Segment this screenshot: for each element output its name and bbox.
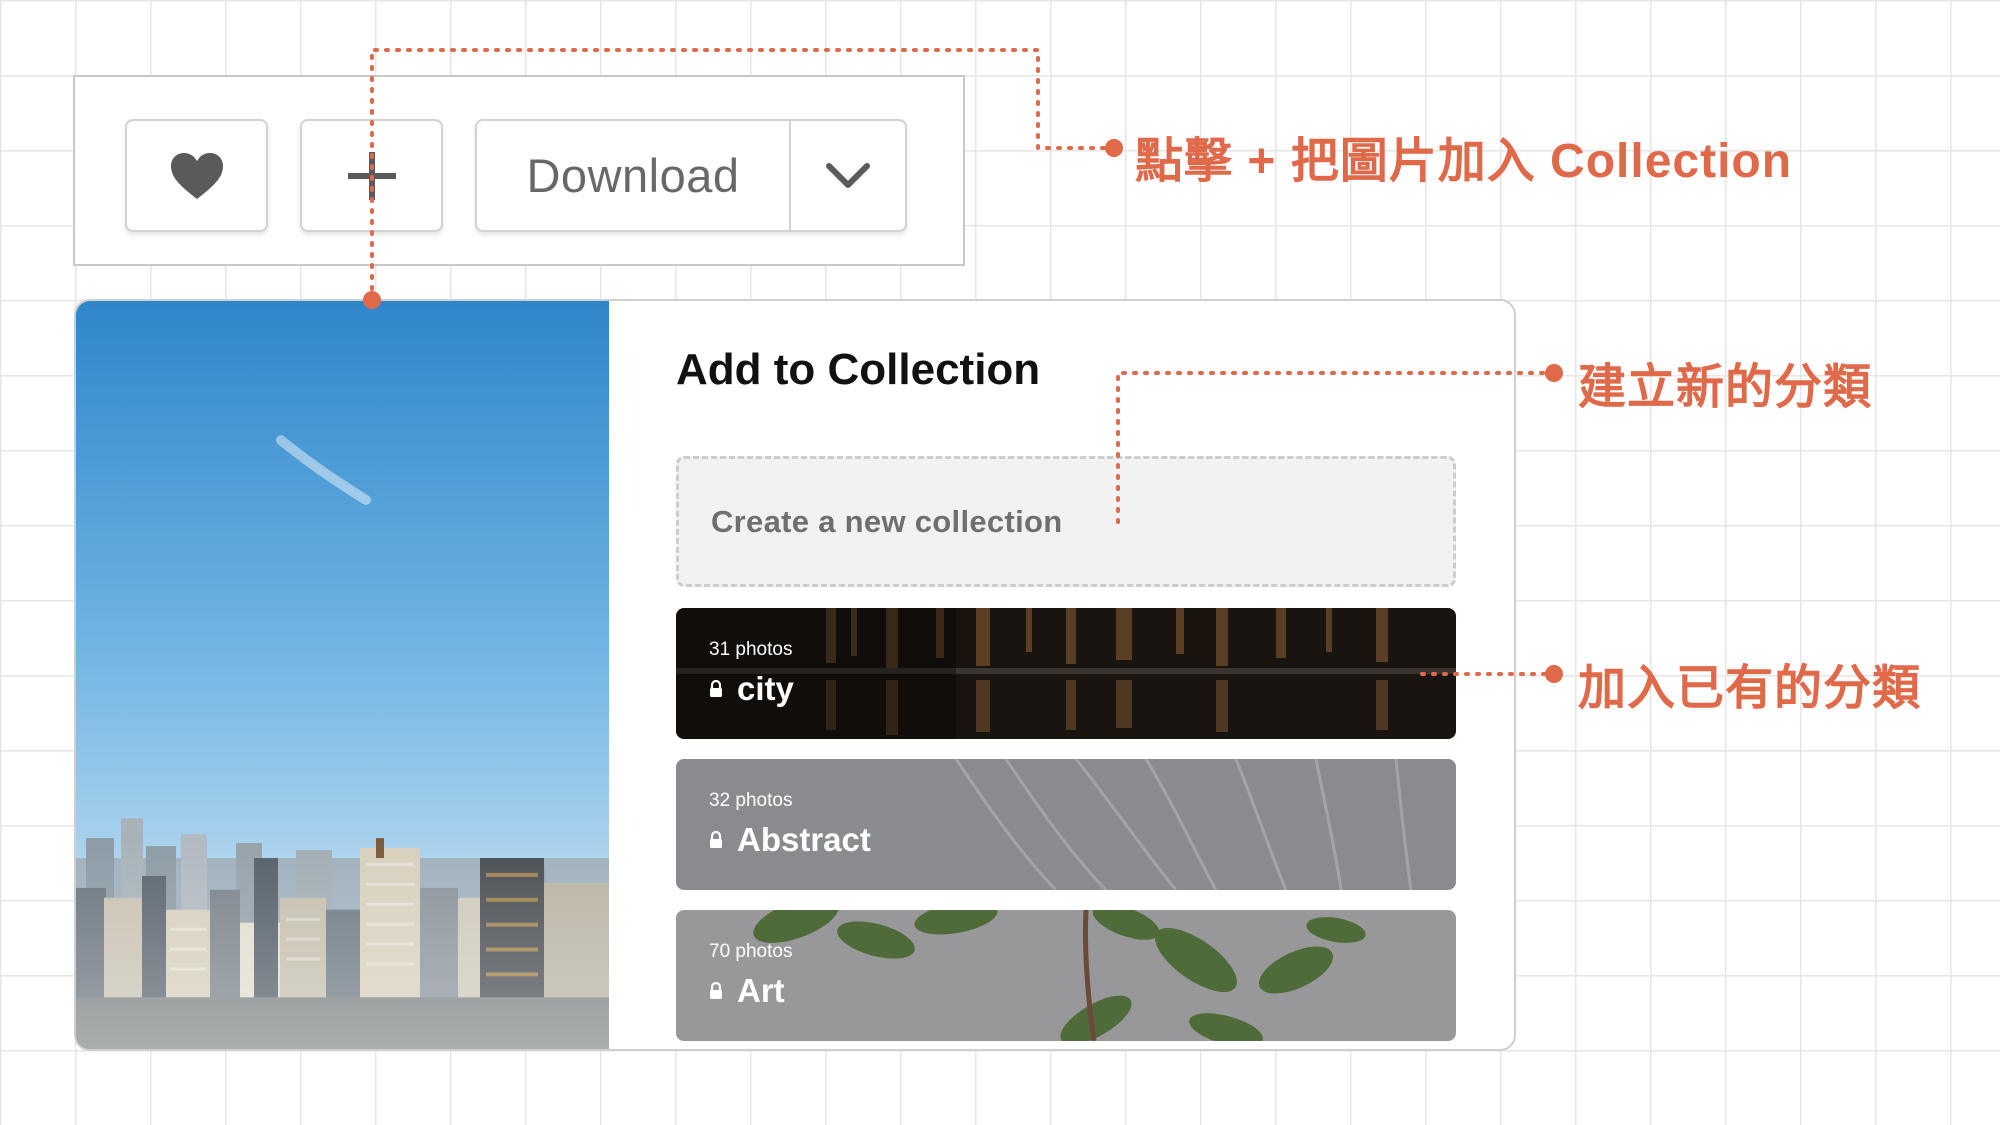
download-button[interactable]: Download xyxy=(477,121,789,230)
annotation-add-to-collection: 點擊 + 把圖片加入 Collection xyxy=(1135,135,1793,188)
collection-photo-count: 31 photos xyxy=(709,639,793,660)
collection-name: Abstract xyxy=(737,821,871,858)
photo-preview xyxy=(76,301,609,1049)
photo-toolbar: Download xyxy=(73,75,965,266)
lock-icon xyxy=(710,982,722,999)
annotation-dot xyxy=(1545,364,1563,382)
collection-item-art[interactable]: 70 photos Art xyxy=(676,910,1456,1041)
annotation-dot xyxy=(1545,665,1563,683)
dialog-title: Add to Collection xyxy=(676,345,1041,394)
create-new-collection-button[interactable]: Create a new collection xyxy=(676,456,1456,587)
collection-photo-count: 70 photos xyxy=(709,941,793,962)
collection-item-city[interactable]: 31 photos city xyxy=(676,608,1456,739)
download-button-group: Download xyxy=(475,119,907,232)
add-to-collection-dialog: Add to Collection Create a new collectio… xyxy=(74,299,1516,1051)
collection-photo-count: 32 photos xyxy=(709,790,793,811)
collection-item-abstract[interactable]: 32 photos Abstract xyxy=(676,759,1456,890)
collection-name: city xyxy=(737,670,794,707)
collection-thumbnail-art xyxy=(676,910,1456,1041)
like-button[interactable] xyxy=(125,119,268,232)
heart-icon xyxy=(170,152,223,199)
create-new-collection-label: Create a new collection xyxy=(711,503,1063,539)
collection-name: Art xyxy=(737,972,785,1009)
download-options-button[interactable] xyxy=(791,121,905,230)
annotation-dot xyxy=(1105,139,1123,157)
lock-icon xyxy=(710,680,722,697)
add-to-collection-button[interactable] xyxy=(300,119,443,232)
annotation-add-existing: 加入已有的分類 xyxy=(1578,662,1922,715)
lock-icon xyxy=(710,831,722,848)
annotation-create-new: 建立新的分類 xyxy=(1578,361,1873,414)
plus-icon xyxy=(347,151,396,200)
chevron-down-icon xyxy=(826,162,870,188)
